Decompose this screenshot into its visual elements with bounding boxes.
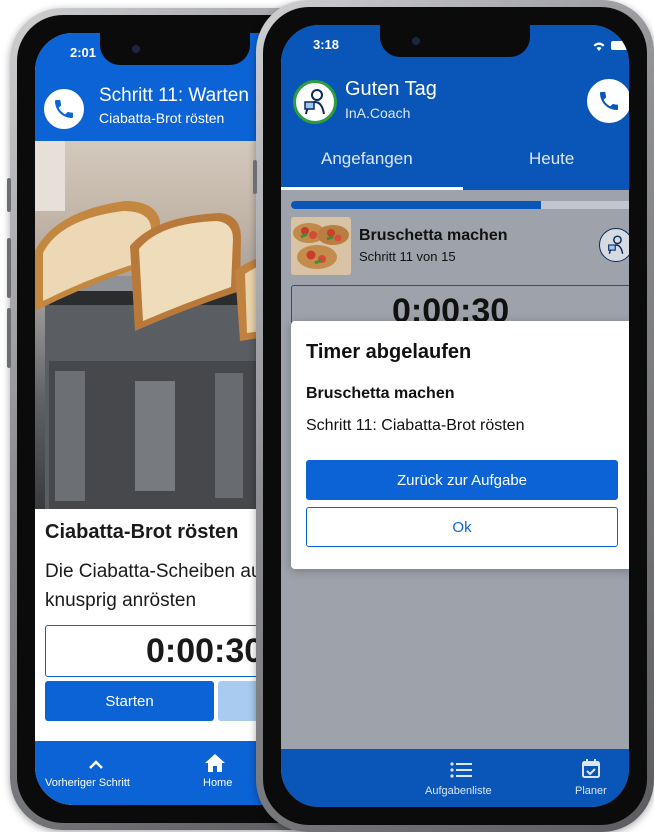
phone-icon bbox=[600, 92, 618, 110]
ok-button[interactable]: Ok bbox=[306, 507, 618, 547]
start-button[interactable]: Starten bbox=[45, 681, 214, 721]
nav-planer[interactable]: Planer bbox=[561, 759, 621, 803]
battery-icon bbox=[611, 41, 629, 50]
mute-switch bbox=[253, 160, 257, 194]
call-button[interactable] bbox=[42, 87, 86, 131]
dialog-title: Timer abgelaufen bbox=[306, 341, 472, 363]
dialog-step-text: Schritt 11: Ciabatta-Brot rösten bbox=[306, 417, 525, 434]
tab-heute[interactable]: Heute bbox=[463, 147, 629, 190]
step-title: Ciabatta-Brot rösten bbox=[45, 521, 239, 543]
tab-label: Heute bbox=[529, 149, 575, 168]
status-time: 3:18 bbox=[313, 37, 340, 52]
home-icon bbox=[205, 754, 225, 772]
task-step: Schritt 11 von 15 bbox=[359, 249, 456, 264]
call-button[interactable] bbox=[587, 79, 629, 123]
timer-value: 0:00:30 bbox=[146, 632, 264, 670]
front-phone-bezel: 3:18 Guten Tag InA.Coach Angefangen Heut… bbox=[263, 7, 647, 825]
nav-previous-step[interactable]: Vorheriger Schritt bbox=[35, 751, 155, 801]
bottom-nav: Aufgabenliste Planer bbox=[281, 749, 629, 807]
task-thumbnail bbox=[291, 217, 351, 275]
volume-up-button bbox=[7, 238, 11, 298]
bruschetta-image bbox=[291, 217, 351, 275]
volume-down-button bbox=[7, 308, 11, 368]
progress-fill bbox=[291, 201, 542, 209]
nav-prev-label: Vorheriger Schritt bbox=[45, 777, 130, 789]
coach-button[interactable] bbox=[599, 228, 629, 262]
tab-label: Angefangen bbox=[321, 149, 413, 168]
header-title: Schritt 11: Warten bbox=[99, 85, 249, 106]
wifi-icon bbox=[593, 42, 605, 51]
nav-home-label: Home bbox=[203, 777, 233, 789]
task-title: Bruschetta machen bbox=[359, 227, 508, 244]
dialog-task-name: Bruschetta machen bbox=[306, 385, 455, 402]
nav-task-list[interactable]: Aufgabenliste bbox=[411, 759, 511, 803]
status-time: 2:01 bbox=[70, 45, 97, 60]
nav-planer-label: Planer bbox=[575, 785, 607, 797]
app-name: InA.Coach bbox=[345, 105, 411, 121]
header-subtitle: Ciabatta-Brot rösten bbox=[99, 110, 225, 126]
mute-switch bbox=[7, 178, 11, 212]
phone-icon bbox=[55, 100, 73, 118]
timer-dialog: Timer abgelaufen Bruschetta machen Schri… bbox=[291, 321, 629, 569]
nav-home[interactable]: Home bbox=[185, 751, 245, 801]
front-phone-screen: 3:18 Guten Tag InA.Coach Angefangen Heut… bbox=[281, 25, 629, 807]
greeting: Guten Tag bbox=[345, 78, 437, 100]
notch bbox=[100, 33, 250, 65]
notch bbox=[380, 25, 530, 57]
coach-avatar[interactable] bbox=[293, 80, 337, 124]
nav-task-list-label: Aufgabenliste bbox=[425, 785, 492, 797]
tab-angefangen[interactable]: Angefangen bbox=[281, 147, 463, 190]
back-to-task-button[interactable]: Zurück zur Aufgabe bbox=[306, 460, 618, 500]
progress-bar bbox=[291, 201, 629, 209]
front-phone: 3:18 Guten Tag InA.Coach Angefangen Heut… bbox=[253, 0, 654, 832]
calendar-icon bbox=[582, 759, 600, 778]
chevron-up-icon bbox=[89, 760, 103, 769]
task-row[interactable]: Bruschetta machen Schritt 11 von 15 bbox=[281, 215, 629, 281]
camera-icon bbox=[132, 45, 140, 53]
list-icon bbox=[450, 762, 472, 778]
coach-icon bbox=[608, 235, 624, 254]
coach-icon bbox=[304, 89, 325, 115]
camera-icon bbox=[412, 37, 420, 45]
tab-indicator bbox=[281, 187, 463, 190]
